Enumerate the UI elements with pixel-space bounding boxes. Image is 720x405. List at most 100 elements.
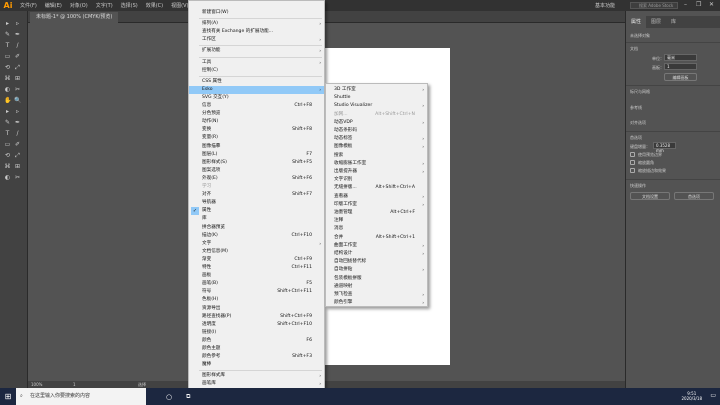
menu-item[interactable]: 颜色引擎 › [326, 298, 427, 307]
tab-libraries[interactable]: 库 [666, 16, 681, 28]
menu-item[interactable]: 路径查找器(P) Shift+Ctrl+F9 [189, 313, 324, 321]
cortana-icon[interactable]: ○ [166, 393, 172, 401]
tool-icon[interactable]: ▹ [14, 21, 21, 27]
menu-3[interactable]: 文字(T) [92, 2, 117, 9]
menu-item[interactable]: 查找有关 Exchange 的扩展功能... [189, 28, 324, 36]
zoom-level[interactable]: 100% [31, 382, 42, 387]
preferences-button[interactable]: 首选项 [674, 192, 714, 200]
menu-item[interactable]: 透明度 Shift+Ctrl+F10 [189, 321, 324, 329]
menu-item[interactable]: 库 [189, 215, 324, 223]
menu-item[interactable]: 文档信息(M) [189, 248, 324, 256]
menu-item[interactable]: 工作区 › [189, 36, 324, 44]
tool-icon[interactable]: ⊞ [14, 164, 21, 170]
menu-item[interactable]: SVG 交互(Y) [189, 94, 324, 102]
menu-item[interactable]: 外观(E) Shift+F6 [189, 175, 324, 183]
clock[interactable]: 9:51 2020/3/18 [681, 391, 702, 401]
menu-item[interactable]: 颜色参考 Shift+F3 [189, 353, 324, 361]
menu-item[interactable]: 颜色主题 [189, 345, 324, 353]
menu-item[interactable]: 控制(C) [189, 67, 324, 75]
menu-item[interactable]: CSS 属性 [189, 78, 324, 86]
menu-item[interactable]: 导航器 [189, 199, 324, 207]
tool-icon[interactable]: ▸ [4, 21, 11, 27]
menu-item[interactable]: 扩展功能 › [189, 47, 324, 55]
task-view-icon[interactable]: ⧉ [186, 393, 190, 401]
tool-icon[interactable]: ✂ [14, 87, 21, 93]
menu-item[interactable]: 渐变 Ctrl+F9 [189, 256, 324, 264]
menu-item[interactable]: 链接(I) [189, 329, 324, 337]
tool-icon[interactable]: ⟲ [4, 153, 11, 159]
document-tab[interactable]: 未标题-1* @ 100% (CMYK/预览) [30, 12, 119, 23]
tool-icon[interactable]: / [14, 131, 21, 137]
tool-icon[interactable]: ⌘ [4, 164, 11, 170]
tool-icon[interactable]: ⌘ [4, 76, 11, 82]
menu-item[interactable]: 新建窗口(W) [189, 9, 324, 17]
menu-item[interactable]: 画板 [189, 272, 324, 280]
menu-item[interactable]: 拼合器预览 [189, 224, 324, 232]
menu-item[interactable]: 画笔(B) F5 [189, 280, 324, 288]
tab-layers[interactable]: 图层 [646, 16, 666, 28]
menu-item[interactable]: 资源导出 [189, 305, 324, 313]
notification-icon[interactable]: ▭ [710, 392, 716, 399]
checkbox-preview-bounds[interactable] [630, 152, 635, 157]
tool-icon[interactable]: ✐ [14, 142, 21, 148]
menu-4[interactable]: 选择(S) [117, 2, 142, 9]
artboard-number[interactable]: 1 [73, 382, 76, 387]
tool-icon[interactable]: ⟲ [4, 65, 11, 71]
menu-item[interactable]: Esko › [189, 85, 324, 94]
windows-start-icon[interactable]: ⊞ [0, 392, 16, 401]
tool-icon[interactable]: ⤢ [14, 153, 21, 159]
tool-icon[interactable]: ⤢ [14, 65, 21, 71]
menu-item[interactable]: 色板(H) [189, 296, 324, 304]
checkbox-scale-corners[interactable] [630, 160, 635, 165]
menu-item[interactable]: 符号 Shift+Ctrl+F11 [189, 288, 324, 296]
menu-1[interactable]: 编辑(E) [41, 2, 66, 9]
tool-icon[interactable]: ✋ [4, 98, 11, 104]
tool-icon[interactable]: T [4, 43, 11, 49]
checkbox-scale-strokes[interactable] [630, 168, 635, 173]
keyboard-increment-input[interactable]: 0.3528 mm [653, 142, 676, 153]
maximize-icon[interactable]: ❐ [696, 1, 701, 8]
menu-item[interactable]: 颜色 F6 [189, 337, 324, 345]
menu-item[interactable]: 图像描摹 [189, 143, 324, 151]
tool-icon[interactable]: 🔍 [14, 98, 21, 104]
menu-item[interactable]: 排列(A) › [189, 20, 324, 28]
tool-icon[interactable]: ◐ [4, 87, 11, 93]
minimize-icon[interactable]: – [684, 1, 687, 8]
menu-item[interactable]: 图案选项 [189, 167, 324, 175]
menu-item[interactable]: 图形样式(S) Shift+F5 [189, 159, 324, 167]
artboard-select[interactable]: 1 [664, 63, 697, 70]
workspace-switcher[interactable]: 基本功能 [595, 2, 615, 9]
units-select[interactable]: 毫米 [664, 54, 697, 61]
menu-item[interactable]: 对齐 Shift+F7 [189, 191, 324, 199]
tool-icon[interactable]: ◐ [4, 175, 11, 181]
menu-item[interactable]: 特性 Ctrl+F11 [189, 264, 324, 272]
tool-icon[interactable]: ▭ [4, 54, 11, 60]
tool-icon[interactable]: ▹ [14, 109, 21, 115]
menu-item[interactable]: 动作(N) [189, 118, 324, 126]
tool-icon[interactable]: ✎ [4, 120, 11, 126]
tool-icon[interactable]: / [14, 43, 21, 49]
menu-0[interactable]: 文件(F) [16, 2, 41, 9]
menu-2[interactable]: 对象(O) [66, 2, 92, 9]
menu-item[interactable]: 文字 › [189, 240, 324, 248]
menu-item[interactable]: 变换 Shift+F8 [189, 126, 324, 134]
menu-item[interactable]: 分色预览 [189, 110, 324, 118]
menu-item[interactable]: 魔棒 [189, 361, 324, 369]
menu-item[interactable]: 描边(K) Ctrl+F10 [189, 232, 324, 240]
edit-artboard-button[interactable]: 编辑画板 [664, 73, 697, 81]
menu-item[interactable]: 工具 › [189, 59, 324, 67]
menu-item[interactable]: 变量(R) [189, 134, 324, 142]
close-icon[interactable]: ✕ [709, 1, 714, 8]
menu-item[interactable]: 学习 [189, 183, 324, 191]
stock-search-input[interactable]: 搜索 Adobe Stock [630, 2, 678, 9]
menu-item[interactable]: 图层(L) F7 [189, 151, 324, 159]
menu-item[interactable]: 图形样式库 › [189, 372, 324, 380]
tool-icon[interactable]: ✐ [14, 54, 21, 60]
tool-icon[interactable]: ▸ [4, 109, 11, 115]
tab-properties[interactable]: 属性 [626, 16, 647, 28]
tool-icon[interactable]: ✒ [14, 120, 21, 126]
menu-item[interactable]: 属性 ✓ [189, 207, 324, 216]
menu-item[interactable]: 信息 Ctrl+F8 [189, 102, 324, 110]
document-setup-button[interactable]: 文档设置 [630, 192, 670, 200]
tool-icon[interactable]: ✎ [4, 32, 11, 38]
